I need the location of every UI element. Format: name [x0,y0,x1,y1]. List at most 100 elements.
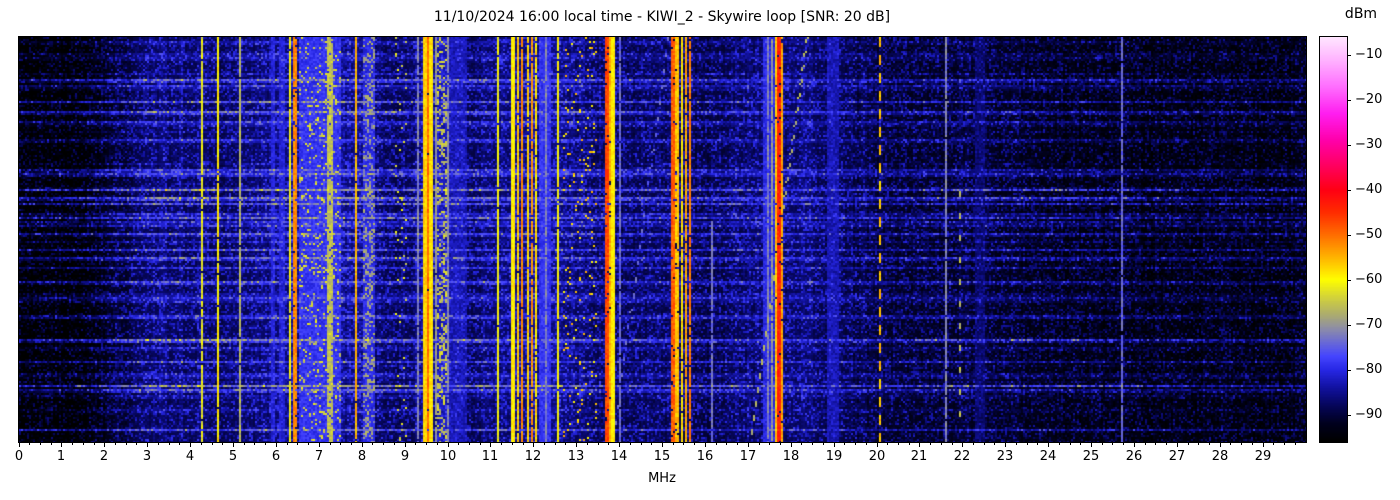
x-minor-tick [1037,442,1038,445]
x-major-tick [104,442,105,447]
chart-title: 11/10/2024 16:00 local time - KIWI_2 - S… [433,9,891,25]
x-tick-label: 1 [56,449,66,464]
colorbar-tick [1347,415,1351,416]
colorbar-title: dBm [1344,6,1378,22]
x-minor-tick [1241,442,1242,445]
x-major-tick [362,442,363,447]
x-minor-tick [426,442,427,445]
x-tick-label: 4 [185,449,195,464]
x-minor-tick [383,442,384,445]
x-tick-label: 6 [271,449,281,464]
x-minor-tick [651,442,652,445]
x-minor-tick [480,442,481,445]
x-minor-tick [72,442,73,445]
x-minor-tick [308,442,309,445]
colorbar-tick-label: −30 [1355,136,1383,152]
x-minor-tick [179,442,180,445]
x-minor-tick [565,442,566,445]
colorbar-tick-label: −90 [1355,406,1383,422]
colorbar-gradient-canvas [1319,36,1348,443]
x-major-tick [1005,442,1006,447]
x-minor-tick [297,442,298,445]
x-minor-tick [1059,442,1060,445]
x-minor-tick [265,442,266,445]
x-minor-tick [1188,442,1189,445]
x-tick-label: 12 [524,449,542,464]
x-minor-tick [136,442,137,445]
colorbar-tick [1347,325,1351,326]
x-tick-label: 5 [228,449,238,464]
x-minor-tick [1145,442,1146,445]
x-major-tick [791,442,792,447]
x-major-tick [448,442,449,447]
x-minor-tick [844,442,845,445]
colorbar-tick [1347,280,1351,281]
x-minor-tick [351,442,352,445]
x-minor-tick [973,442,974,445]
x-tick-label: 28 [1211,449,1229,464]
x-minor-tick [555,442,556,445]
x-major-tick [61,442,62,447]
x-tick-label: 13 [567,449,585,464]
x-minor-tick [994,442,995,445]
colorbar-tick-label: −80 [1355,361,1383,377]
x-major-tick [19,442,20,447]
x-minor-tick [201,442,202,445]
x-tick-label: 15 [653,449,671,464]
x-major-tick [490,442,491,447]
x-minor-tick [898,442,899,445]
colorbar-tick-label: −60 [1355,271,1383,287]
colorbar-tick [1347,100,1351,101]
colorbar-tick-label: −20 [1355,91,1383,107]
x-major-tick [877,442,878,447]
x-tick-label: 9 [400,449,410,464]
x-tick-label: 23 [996,449,1014,464]
x-major-tick [834,442,835,447]
x-major-tick [533,442,534,447]
x-minor-tick [1273,442,1274,445]
x-minor-tick [984,442,985,445]
x-minor-tick [866,442,867,445]
x-minor-tick [630,442,631,445]
x-minor-tick [1155,442,1156,445]
x-tick-label: 26 [1125,449,1143,464]
x-minor-tick [641,442,642,445]
x-minor-tick [1102,442,1103,445]
x-minor-tick [40,442,41,445]
x-tick-label: 0 [14,449,24,464]
colorbar-tick [1347,235,1351,236]
x-major-tick [919,442,920,447]
x-major-tick [1263,442,1264,447]
x-minor-tick [169,442,170,445]
x-tick-label: 7 [314,449,324,464]
x-minor-tick [51,442,52,445]
x-minor-tick [608,442,609,445]
x-minor-tick [1209,442,1210,445]
x-tick-label: 27 [1168,449,1186,464]
colorbar-tick [1347,145,1351,146]
x-major-tick [705,442,706,447]
x-minor-tick [29,442,30,445]
x-minor-tick [1166,442,1167,445]
waterfall-heatmap-canvas [18,36,1307,443]
x-major-tick [1177,442,1178,447]
x-minor-tick [458,442,459,445]
x-tick-label: 18 [782,449,800,464]
x-minor-tick [1016,442,1017,445]
x-minor-tick [673,442,674,445]
x-minor-tick [544,442,545,445]
x-tick-label: 10 [439,449,457,464]
x-tick-label: 20 [868,449,886,464]
x-tick-label: 25 [1082,449,1100,464]
colorbar-tick-label: −40 [1355,181,1383,197]
x-minor-tick [126,442,127,445]
x-major-tick [619,442,620,447]
x-major-tick [233,442,234,447]
x-minor-tick [952,442,953,445]
x-major-tick [1091,442,1092,447]
x-minor-tick [340,442,341,445]
x-minor-tick [254,442,255,445]
x-minor-tick [1295,442,1296,445]
x-minor-tick [1198,442,1199,445]
x-minor-tick [909,442,910,445]
